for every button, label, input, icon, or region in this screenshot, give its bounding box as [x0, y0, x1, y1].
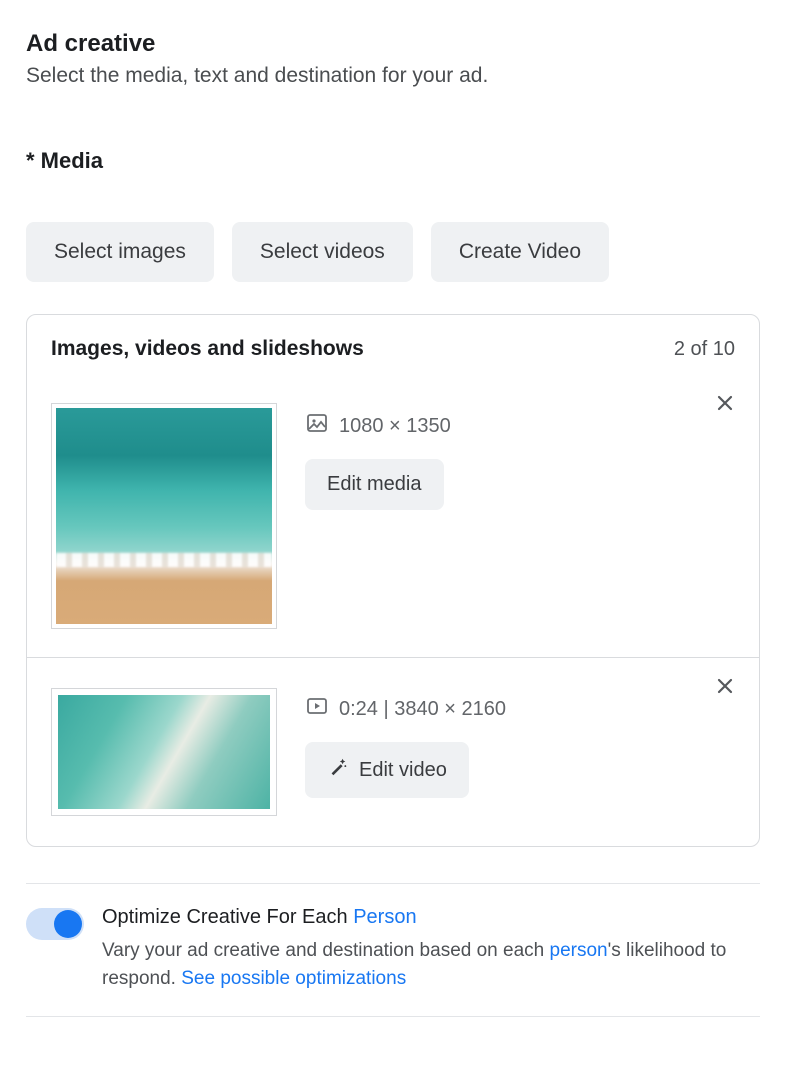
media-list-count: 2 of 10: [674, 338, 735, 361]
remove-media-button[interactable]: [715, 393, 735, 418]
optimize-person-link[interactable]: Person: [353, 906, 416, 928]
magic-wand-icon: [327, 756, 349, 784]
edit-video-label: Edit video: [359, 759, 447, 782]
page-title: Ad creative: [26, 30, 760, 58]
media-meta: 1080 × 1350 Edit media: [305, 403, 451, 510]
media-button-row: Select images Select videos Create Video: [26, 222, 760, 282]
media-list-container: Images, videos and slideshows 2 of 10 10…: [26, 314, 760, 847]
media-meta: 0:24 | 3840 × 2160 Edit video: [305, 686, 506, 798]
image-icon: [305, 411, 329, 441]
create-video-button[interactable]: Create Video: [431, 222, 609, 282]
divider: [26, 1016, 760, 1017]
optimize-description: Vary your ad creative and destination ba…: [102, 937, 760, 992]
select-images-button[interactable]: Select images: [26, 222, 214, 282]
media-label: * Media: [26, 148, 760, 174]
close-icon: [715, 393, 735, 413]
see-optimizations-link[interactable]: See possible optimizations: [181, 968, 406, 989]
close-icon: [715, 676, 735, 696]
media-dimensions-text: 1080 × 1350: [339, 415, 451, 438]
media-video-meta-text: 0:24 | 3840 × 2160: [339, 698, 506, 721]
optimize-desc-text: Vary your ad creative and destination ba…: [102, 940, 550, 961]
media-video-meta: 0:24 | 3840 × 2160: [305, 694, 506, 724]
media-list-header: Images, videos and slideshows 2 of 10: [27, 315, 759, 375]
optimize-title: Optimize Creative For Each Person: [102, 906, 760, 929]
page-subtitle: Select the media, text and destination f…: [26, 64, 760, 88]
select-videos-button[interactable]: Select videos: [232, 222, 413, 282]
media-thumbnail[interactable]: [51, 688, 277, 816]
optimize-creative-row: Optimize Creative For Each Person Vary y…: [26, 884, 760, 1016]
media-thumbnail[interactable]: [51, 403, 277, 629]
optimize-toggle[interactable]: [26, 908, 84, 940]
media-item: 1080 × 1350 Edit media: [27, 375, 759, 657]
edit-video-button[interactable]: Edit video: [305, 742, 469, 798]
video-icon: [305, 694, 329, 724]
remove-media-button[interactable]: [715, 676, 735, 701]
media-list-title: Images, videos and slideshows: [51, 337, 364, 361]
optimize-title-text: Optimize Creative For Each: [102, 906, 353, 928]
optimize-person-link-2[interactable]: person: [550, 940, 608, 961]
edit-media-button[interactable]: Edit media: [305, 459, 444, 510]
media-item: 0:24 | 3840 × 2160 Edit video: [27, 657, 759, 846]
media-dimensions: 1080 × 1350: [305, 411, 451, 441]
